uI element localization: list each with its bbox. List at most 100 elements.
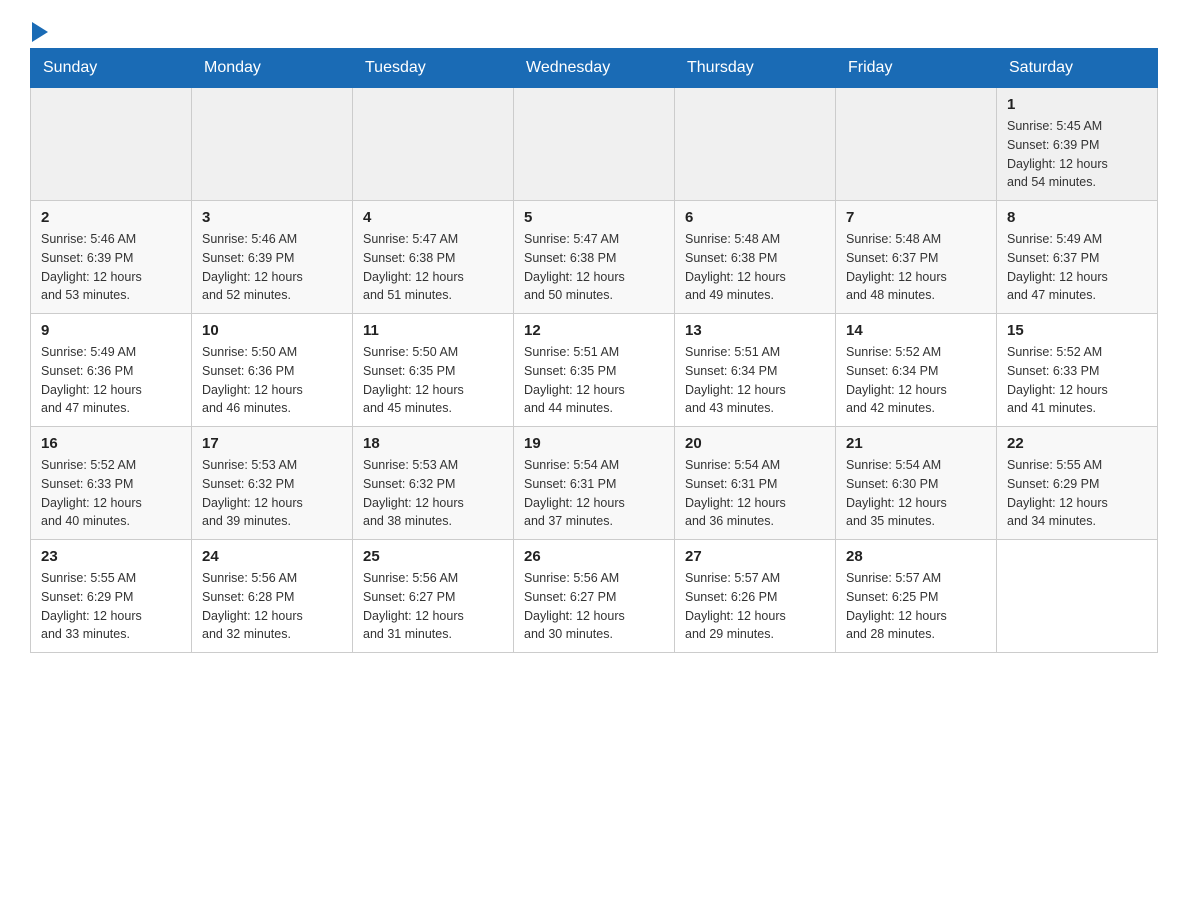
calendar-cell: 1 Sunrise: 5:45 AM Sunset: 6:39 PM Daylig…	[997, 88, 1158, 201]
calendar-cell	[997, 540, 1158, 653]
calendar-cell	[31, 88, 192, 201]
day-number: 27	[685, 548, 825, 565]
day-info: Sunrise: 5:46 AM Sunset: 6:39 PM Dayligh…	[41, 230, 181, 305]
day-number: 17	[202, 435, 342, 452]
day-info: Sunrise: 5:45 AM Sunset: 6:39 PM Dayligh…	[1007, 117, 1147, 192]
calendar-cell: 17 Sunrise: 5:53 AM Sunset: 6:32 PM Dayli…	[192, 427, 353, 540]
day-number: 25	[363, 548, 503, 565]
day-info: Sunrise: 5:56 AM Sunset: 6:27 PM Dayligh…	[363, 569, 503, 644]
calendar-cell: 3 Sunrise: 5:46 AM Sunset: 6:39 PM Daylig…	[192, 201, 353, 314]
day-info: Sunrise: 5:55 AM Sunset: 6:29 PM Dayligh…	[1007, 456, 1147, 531]
day-info: Sunrise: 5:53 AM Sunset: 6:32 PM Dayligh…	[363, 456, 503, 531]
calendar-cell: 23 Sunrise: 5:55 AM Sunset: 6:29 PM Dayli…	[31, 540, 192, 653]
day-number: 18	[363, 435, 503, 452]
day-number: 9	[41, 322, 181, 339]
calendar-cell	[675, 88, 836, 201]
calendar-cell: 12 Sunrise: 5:51 AM Sunset: 6:35 PM Dayli…	[514, 314, 675, 427]
calendar-cell: 13Sunrise: 5:51 AM Sunset: 6:34 PM Dayli…	[675, 314, 836, 427]
day-info: Sunrise: 5:52 AM Sunset: 6:33 PM Dayligh…	[41, 456, 181, 531]
calendar-cell: 25 Sunrise: 5:56 AM Sunset: 6:27 PM Dayli…	[353, 540, 514, 653]
day-number: 14	[846, 322, 986, 339]
calendar-row-1: 2 Sunrise: 5:46 AM Sunset: 6:39 PM Daylig…	[31, 201, 1158, 314]
day-info: Sunrise: 5:46 AM Sunset: 6:39 PM Dayligh…	[202, 230, 342, 305]
day-number: 23	[41, 548, 181, 565]
calendar-cell: 5 Sunrise: 5:47 AM Sunset: 6:38 PM Daylig…	[514, 201, 675, 314]
calendar-cell: 4 Sunrise: 5:47 AM Sunset: 6:38 PM Daylig…	[353, 201, 514, 314]
calendar-cell: 6 Sunrise: 5:48 AM Sunset: 6:38 PM Daylig…	[675, 201, 836, 314]
logo	[30, 20, 48, 38]
day-number: 20	[685, 435, 825, 452]
day-number: 2	[41, 209, 181, 226]
day-info: Sunrise: 5:52 AM Sunset: 6:33 PM Dayligh…	[1007, 343, 1147, 418]
calendar-row-4: 23 Sunrise: 5:55 AM Sunset: 6:29 PM Dayli…	[31, 540, 1158, 653]
day-number: 7	[846, 209, 986, 226]
calendar-row-2: 9 Sunrise: 5:49 AM Sunset: 6:36 PM Daylig…	[31, 314, 1158, 427]
day-info: Sunrise: 5:52 AM Sunset: 6:34 PM Dayligh…	[846, 343, 986, 418]
weekday-header-sunday: Sunday	[31, 49, 192, 88]
calendar-cell: 7Sunrise: 5:48 AM Sunset: 6:37 PM Daylig…	[836, 201, 997, 314]
day-info: Sunrise: 5:57 AM Sunset: 6:25 PM Dayligh…	[846, 569, 986, 644]
calendar-cell: 28 Sunrise: 5:57 AM Sunset: 6:25 PM Dayli…	[836, 540, 997, 653]
calendar-header-row: SundayMondayTuesdayWednesdayThursdayFrid…	[31, 49, 1158, 88]
day-number: 4	[363, 209, 503, 226]
calendar-cell: 24 Sunrise: 5:56 AM Sunset: 6:28 PM Dayli…	[192, 540, 353, 653]
weekday-header-thursday: Thursday	[675, 49, 836, 88]
day-info: Sunrise: 5:48 AM Sunset: 6:38 PM Dayligh…	[685, 230, 825, 305]
day-number: 3	[202, 209, 342, 226]
calendar-cell: 26 Sunrise: 5:56 AM Sunset: 6:27 PM Dayli…	[514, 540, 675, 653]
day-info: Sunrise: 5:54 AM Sunset: 6:30 PM Dayligh…	[846, 456, 986, 531]
calendar-cell: 19 Sunrise: 5:54 AM Sunset: 6:31 PM Dayli…	[514, 427, 675, 540]
day-number: 21	[846, 435, 986, 452]
day-number: 5	[524, 209, 664, 226]
day-number: 19	[524, 435, 664, 452]
day-number: 13	[685, 322, 825, 339]
day-info: Sunrise: 5:57 AM Sunset: 6:26 PM Dayligh…	[685, 569, 825, 644]
day-info: Sunrise: 5:54 AM Sunset: 6:31 PM Dayligh…	[685, 456, 825, 531]
weekday-header-friday: Friday	[836, 49, 997, 88]
calendar-cell: 27 Sunrise: 5:57 AM Sunset: 6:26 PM Dayli…	[675, 540, 836, 653]
day-info: Sunrise: 5:55 AM Sunset: 6:29 PM Dayligh…	[41, 569, 181, 644]
day-info: Sunrise: 5:51 AM Sunset: 6:35 PM Dayligh…	[524, 343, 664, 418]
calendar-cell: 20 Sunrise: 5:54 AM Sunset: 6:31 PM Dayli…	[675, 427, 836, 540]
calendar-row-0: 1 Sunrise: 5:45 AM Sunset: 6:39 PM Daylig…	[31, 88, 1158, 201]
day-number: 8	[1007, 209, 1147, 226]
weekday-header-saturday: Saturday	[997, 49, 1158, 88]
logo-arrow-icon	[32, 22, 48, 42]
calendar-cell: 2 Sunrise: 5:46 AM Sunset: 6:39 PM Daylig…	[31, 201, 192, 314]
day-info: Sunrise: 5:56 AM Sunset: 6:27 PM Dayligh…	[524, 569, 664, 644]
calendar-cell: 9 Sunrise: 5:49 AM Sunset: 6:36 PM Daylig…	[31, 314, 192, 427]
day-number: 24	[202, 548, 342, 565]
day-number: 6	[685, 209, 825, 226]
day-number: 15	[1007, 322, 1147, 339]
day-info: Sunrise: 5:47 AM Sunset: 6:38 PM Dayligh…	[524, 230, 664, 305]
day-number: 16	[41, 435, 181, 452]
calendar-cell: 15 Sunrise: 5:52 AM Sunset: 6:33 PM Dayli…	[997, 314, 1158, 427]
day-number: 26	[524, 548, 664, 565]
day-info: Sunrise: 5:54 AM Sunset: 6:31 PM Dayligh…	[524, 456, 664, 531]
day-number: 28	[846, 548, 986, 565]
day-number: 11	[363, 322, 503, 339]
calendar-table: SundayMondayTuesdayWednesdayThursdayFrid…	[30, 48, 1158, 653]
day-info: Sunrise: 5:49 AM Sunset: 6:36 PM Dayligh…	[41, 343, 181, 418]
day-info: Sunrise: 5:56 AM Sunset: 6:28 PM Dayligh…	[202, 569, 342, 644]
page-header	[30, 20, 1158, 38]
calendar-cell: 14 Sunrise: 5:52 AM Sunset: 6:34 PM Dayli…	[836, 314, 997, 427]
day-info: Sunrise: 5:50 AM Sunset: 6:36 PM Dayligh…	[202, 343, 342, 418]
calendar-cell	[353, 88, 514, 201]
weekday-header-wednesday: Wednesday	[514, 49, 675, 88]
calendar-row-3: 16 Sunrise: 5:52 AM Sunset: 6:33 PM Dayli…	[31, 427, 1158, 540]
day-info: Sunrise: 5:50 AM Sunset: 6:35 PM Dayligh…	[363, 343, 503, 418]
day-number: 12	[524, 322, 664, 339]
calendar-cell: 21 Sunrise: 5:54 AM Sunset: 6:30 PM Dayli…	[836, 427, 997, 540]
calendar-cell: 8 Sunrise: 5:49 AM Sunset: 6:37 PM Daylig…	[997, 201, 1158, 314]
calendar-cell	[836, 88, 997, 201]
calendar-cell: 18 Sunrise: 5:53 AM Sunset: 6:32 PM Dayli…	[353, 427, 514, 540]
day-number: 1	[1007, 96, 1147, 113]
day-number: 22	[1007, 435, 1147, 452]
calendar-cell: 11 Sunrise: 5:50 AM Sunset: 6:35 PM Dayli…	[353, 314, 514, 427]
calendar-cell: 16 Sunrise: 5:52 AM Sunset: 6:33 PM Dayli…	[31, 427, 192, 540]
day-info: Sunrise: 5:53 AM Sunset: 6:32 PM Dayligh…	[202, 456, 342, 531]
day-info: Sunrise: 5:49 AM Sunset: 6:37 PM Dayligh…	[1007, 230, 1147, 305]
day-info: Sunrise: 5:47 AM Sunset: 6:38 PM Dayligh…	[363, 230, 503, 305]
weekday-header-monday: Monday	[192, 49, 353, 88]
